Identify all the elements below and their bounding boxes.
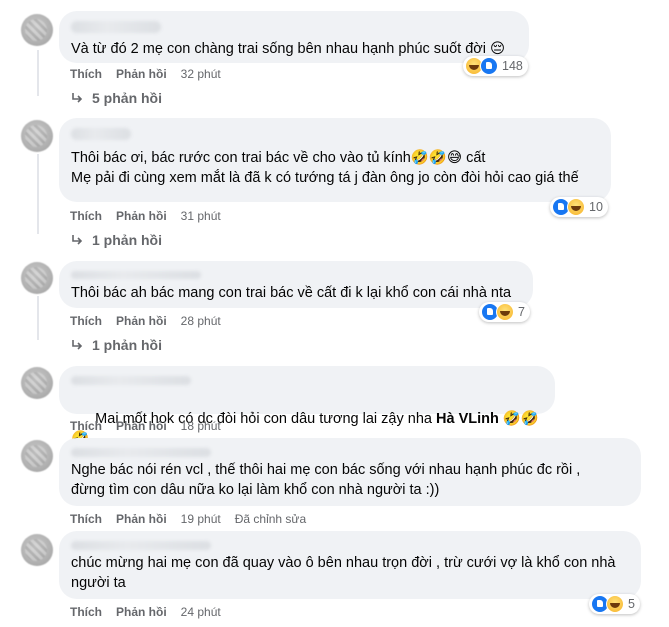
reaction-count: 10 (589, 200, 603, 214)
thread-line (37, 154, 39, 234)
haha-icon (496, 303, 514, 321)
comment-text: Mẹ pải đi cùng xem mắt là đã k có tướng … (71, 170, 579, 186)
reply-arrow-icon (72, 235, 83, 245)
commenter-name[interactable] (71, 271, 201, 279)
comment-time[interactable]: 24 phút (181, 605, 221, 619)
reply-button[interactable]: Phản hồi (116, 419, 167, 433)
reaction-count: 5 (628, 597, 635, 611)
like-button[interactable]: Thích (70, 512, 102, 526)
view-replies-link[interactable]: 5 phản hồi (70, 90, 162, 106)
view-replies-link[interactable]: 1 phản hồi (70, 232, 162, 248)
avatar[interactable] (21, 120, 53, 152)
comment-bubble: Và từ đó 2 mẹ con chàng trai sống bên nh… (59, 11, 529, 63)
commenter-name[interactable] (71, 21, 161, 33)
comment-text: người ta (71, 575, 126, 591)
like-button[interactable]: Thích (70, 419, 102, 433)
avatar[interactable] (21, 14, 53, 46)
reaction-count: 148 (502, 59, 523, 73)
avatar[interactable] (21, 367, 53, 399)
comment-text: chúc mừng hai mẹ con đã quay vào ô bên n… (71, 555, 616, 571)
comment-text: đừng tìm con dâu nữa ko lại làm khổ con … (71, 482, 440, 498)
reply-arrow-icon (72, 93, 83, 103)
thread-line (37, 296, 39, 340)
comment-time[interactable]: 28 phút (181, 314, 221, 328)
avatar[interactable] (21, 440, 53, 472)
comment-time[interactable]: 32 phút (181, 67, 221, 81)
reaction-summary[interactable]: 10 (550, 197, 608, 217)
like-icon (480, 57, 498, 75)
comment-time[interactable]: 19 phút (181, 512, 221, 526)
edited-label: Đã chỉnh sửa (234, 512, 307, 526)
view-replies-link[interactable]: 1 phản hồi (70, 337, 162, 353)
reply-arrow-icon (72, 340, 83, 350)
haha-icon (567, 198, 585, 216)
replies-count: 5 phản hồi (92, 90, 162, 106)
comment-bubble: chúc mừng hai mẹ con đã quay vào ô bên n… (59, 531, 641, 599)
reply-button[interactable]: Phản hồi (116, 67, 167, 81)
commenter-name[interactable] (71, 376, 191, 385)
reaction-count: 7 (518, 305, 525, 319)
commenter-name[interactable] (71, 448, 211, 457)
comment-bubble: Mai mốt hok có dc đòi hỏi con dâu tương … (59, 366, 555, 447)
like-button[interactable]: Thích (70, 67, 102, 81)
reply-button[interactable]: Phản hồi (116, 605, 167, 619)
comment-bubble: Thôi bác ah bác mang con trai bác về cất… (59, 261, 533, 308)
reaction-summary[interactable]: 7 (479, 302, 530, 322)
reaction-summary[interactable]: 148 (463, 56, 528, 76)
like-button[interactable]: Thích (70, 605, 102, 619)
reply-button[interactable]: Phản hồi (116, 314, 167, 328)
replies-count: 1 phản hồi (92, 232, 162, 248)
comment-time[interactable]: 18 phút (181, 419, 221, 433)
commenter-name[interactable] (71, 128, 131, 140)
like-button[interactable]: Thích (70, 209, 102, 223)
comment-bubble: Thôi bác ơi, bác rước con trai bác về ch… (59, 118, 611, 202)
reply-button[interactable]: Phản hồi (116, 209, 167, 223)
like-button[interactable]: Thích (70, 314, 102, 328)
comment-time[interactable]: 31 phút (181, 209, 221, 223)
avatar[interactable] (21, 262, 53, 294)
comment-text: Nghe bác nói rén vcl , thế thôi hai mẹ c… (71, 462, 581, 478)
commenter-name[interactable] (71, 541, 211, 550)
comment-text: Thôi bác ah bác mang con trai bác về cất… (71, 285, 512, 301)
replies-count: 1 phản hồi (92, 337, 162, 353)
comment-bubble: Nghe bác nói rén vcl , thế thôi hai mẹ c… (59, 438, 641, 506)
avatar[interactable] (21, 534, 53, 566)
haha-icon (606, 595, 624, 613)
comment-text: Thôi bác ơi, bác rước con trai bác về ch… (71, 150, 486, 166)
mention-link[interactable]: Hà VLinh (436, 411, 499, 427)
reply-button[interactable]: Phản hồi (116, 512, 167, 526)
reaction-summary[interactable]: 5 (589, 594, 640, 614)
comment-text: Và từ đó 2 mẹ con chàng trai sống bên nh… (71, 41, 506, 57)
thread-line (37, 50, 39, 96)
